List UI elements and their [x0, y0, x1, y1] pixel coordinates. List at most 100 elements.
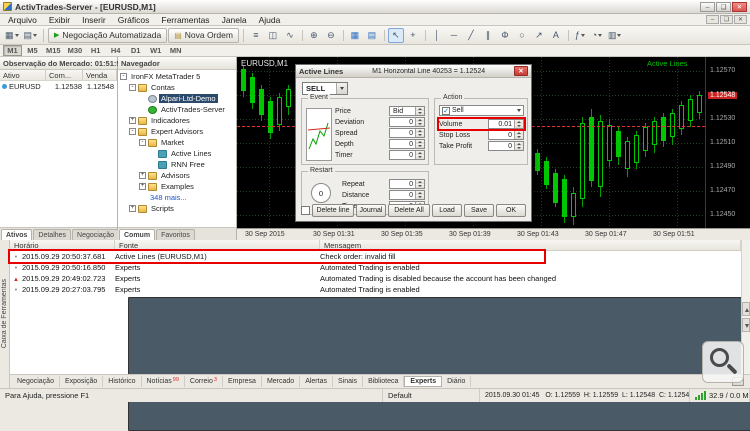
terminal-tab[interactable]: Empresa: [223, 376, 262, 387]
terminal-tab[interactable]: Sinais: [333, 376, 363, 387]
scroll-down-icon[interactable]: [742, 318, 750, 332]
terminal-tab[interactable]: Diário: [442, 376, 471, 387]
menu-item[interactable]: Inserir: [76, 15, 112, 25]
spin-down-icon[interactable]: [415, 133, 424, 137]
expand-toggle-icon[interactable]: -: [120, 73, 127, 80]
column-symbol[interactable]: Ativo: [0, 70, 46, 80]
chart-close-button[interactable]: ✕: [734, 15, 747, 24]
cascade-windows-button[interactable]: ▤: [364, 28, 380, 43]
timeframe-button[interactable]: H4: [106, 45, 125, 56]
menu-item[interactable]: Arquivo: [2, 15, 43, 25]
time-axis[interactable]: 30 Sep 201530 Sep 01:3130 Sep 01:3530 Se…: [237, 228, 750, 240]
spinner-input[interactable]: 0: [389, 179, 425, 189]
load-button[interactable]: Load: [432, 204, 462, 217]
menu-item[interactable]: Janela: [216, 15, 253, 25]
tree-item[interactable]: 348 mais...: [118, 192, 236, 203]
log-row[interactable]: 2015.09.29 20:27:03.795 Experts Automate…: [10, 284, 741, 295]
delete-line-checkbox[interactable]: [301, 206, 310, 215]
timeframe-button[interactable]: M5: [23, 45, 42, 56]
column-time[interactable]: Horário: [10, 240, 115, 250]
shapes-button[interactable]: ○: [514, 28, 530, 43]
tree-item[interactable]: + Scripts: [118, 203, 236, 214]
terminal-tab[interactable]: Biblioteca: [363, 376, 404, 387]
terminal-tab[interactable]: Correio 3: [185, 376, 223, 387]
tree-item[interactable]: + Advisors: [118, 170, 236, 181]
chevron-down-icon[interactable]: [336, 83, 347, 94]
chart-minimize-button[interactable]: –: [706, 15, 719, 24]
expand-toggle-icon[interactable]: [149, 161, 156, 168]
bar-chart-button[interactable]: ≡: [248, 28, 264, 43]
market-watch-tab[interactable]: Detalhes: [33, 229, 71, 240]
timeframe-button[interactable]: M30: [65, 45, 86, 56]
symbol-row[interactable]: EURUSD 1.12538 1.12548: [0, 81, 117, 92]
candlestick-button[interactable]: ◫: [265, 28, 281, 43]
menu-item[interactable]: Exibir: [43, 15, 76, 25]
delete-line-button[interactable]: Delete line: [312, 204, 354, 217]
zoom-out-button[interactable]: ⊖: [323, 28, 339, 43]
autotrading-button[interactable]: ▶ Negociação Automatizada: [48, 28, 167, 43]
column-ask[interactable]: Venda: [83, 70, 117, 80]
terminal-tab[interactable]: Histórico: [103, 376, 141, 387]
terminal-tab[interactable]: Mercado: [262, 376, 300, 387]
tree-item[interactable]: - Expert Advisors: [118, 126, 236, 137]
text-button[interactable]: A: [548, 28, 564, 43]
cursor-button[interactable]: ↖: [388, 28, 404, 43]
spinner-input[interactable]: 0.01: [488, 119, 524, 129]
zoom-in-button[interactable]: ⊕: [306, 28, 322, 43]
journal-button[interactable]: Journal: [356, 204, 386, 217]
log-row[interactable]: 2015.09.29 20:50:16.850 Experts Automate…: [10, 262, 741, 273]
close-button[interactable]: ✕: [732, 2, 747, 12]
maximize-button[interactable]: ❑: [716, 2, 731, 12]
tree-item[interactable]: Active Lines: [118, 148, 236, 159]
spin-down-icon[interactable]: [415, 144, 424, 148]
terminal-tab[interactable]: Experts: [404, 376, 442, 387]
column-message[interactable]: Mensagem: [320, 240, 741, 250]
checkbox-checked-icon[interactable]: ✓: [442, 107, 450, 115]
log-row[interactable]: 2015.09.29 20:49:02.723 Experts Automate…: [10, 273, 741, 284]
expand-toggle-icon[interactable]: -: [139, 139, 146, 146]
timeframe-button[interactable]: D1: [126, 45, 145, 56]
dialog-close-button[interactable]: ✕: [514, 66, 528, 76]
new-chart-button[interactable]: ▦: [3, 28, 21, 43]
terminal-tab[interactable]: Notícias 99: [142, 376, 185, 387]
tree-item[interactable]: - Market: [118, 137, 236, 148]
expand-toggle-icon[interactable]: +: [129, 117, 136, 124]
crosshair-button[interactable]: +: [405, 28, 421, 43]
spin-down-icon[interactable]: [415, 184, 424, 188]
spin-down-icon[interactable]: [514, 124, 523, 128]
spinner-input[interactable]: 0: [389, 150, 425, 160]
spinner-input[interactable]: 0: [389, 128, 425, 138]
price-mode-combo[interactable]: Bid: [389, 106, 425, 116]
timeframe-button[interactable]: M1: [3, 45, 22, 56]
line-chart-button[interactable]: ∿: [282, 28, 298, 43]
spin-down-icon[interactable]: [415, 122, 424, 126]
tree-item[interactable]: + Examples: [118, 181, 236, 192]
tree-item[interactable]: Alpari-Ltd-Demo: [118, 93, 236, 104]
spinner-input[interactable]: 0: [389, 117, 425, 127]
menu-item[interactable]: Ferramentas: [155, 15, 215, 25]
indicators-button[interactable]: ƒ: [572, 28, 588, 43]
horizontal-line-button[interactable]: ─: [446, 28, 462, 43]
terminal-tab[interactable]: Exposição: [60, 376, 103, 387]
action-type-combo[interactable]: ✓ Sell: [439, 105, 524, 116]
status-profile[interactable]: Default: [383, 389, 480, 402]
navigator-tab[interactable]: Favoritos: [156, 229, 195, 240]
log-row[interactable]: 2015.09.29 20:50:37.681 Active Lines (EU…: [10, 251, 741, 262]
spin-down-icon[interactable]: [514, 135, 523, 139]
arrow-tools-button[interactable]: ↗: [531, 28, 547, 43]
tree-item[interactable]: + Indicadores: [118, 115, 236, 126]
expand-toggle-icon[interactable]: [139, 106, 146, 113]
save-button[interactable]: Save: [464, 204, 494, 217]
expand-toggle-icon[interactable]: [139, 194, 146, 201]
spinner-input[interactable]: 0: [488, 130, 524, 140]
spinner-input[interactable]: 0: [389, 190, 425, 200]
tree-item[interactable]: ActivTrades-Server: [118, 104, 236, 115]
menu-item[interactable]: Gráficos: [112, 15, 156, 25]
periods-button[interactable]: ◔: [589, 28, 605, 43]
column-bid[interactable]: Com...: [46, 70, 83, 80]
menu-item[interactable]: Ajuda: [253, 15, 287, 25]
expand-toggle-icon[interactable]: +: [139, 183, 146, 190]
terminal-tab[interactable]: Alertas: [300, 376, 333, 387]
dialog-title-bar[interactable]: Active Lines M1 Horizontal Line 40253 = …: [296, 65, 531, 78]
market-watch-tab[interactable]: Negociação: [72, 229, 119, 240]
